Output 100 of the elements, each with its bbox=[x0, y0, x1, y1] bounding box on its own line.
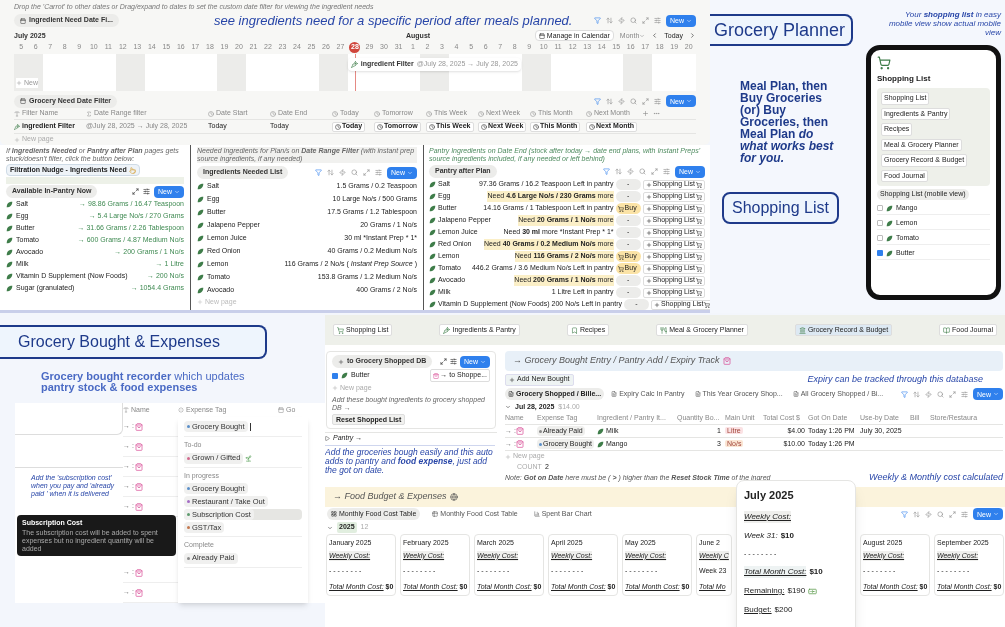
search-icon[interactable] bbox=[351, 169, 358, 176]
filter-icon[interactable] bbox=[901, 390, 908, 398]
chevron-down-icon bbox=[993, 511, 999, 517]
expand-icon[interactable] bbox=[440, 358, 447, 365]
plus-icon bbox=[16, 79, 22, 86]
shopping-bag-icon bbox=[134, 568, 143, 577]
text-type-icon bbox=[123, 407, 129, 413]
bookmark-icon bbox=[570, 326, 578, 334]
sprout-icon bbox=[245, 454, 253, 462]
chevron-down-icon[interactable] bbox=[327, 524, 333, 531]
calendar-icon bbox=[538, 32, 545, 39]
plus-icon bbox=[14, 136, 20, 143]
budget-label: Budget: bbox=[744, 604, 772, 616]
lightning-icon[interactable] bbox=[627, 168, 634, 175]
chevron-down-icon bbox=[695, 168, 701, 175]
clock-icon bbox=[530, 110, 536, 117]
checkbox[interactable] bbox=[332, 372, 338, 379]
calendar-icon bbox=[20, 98, 26, 104]
lightning-icon[interactable] bbox=[618, 17, 625, 24]
section-title: Grocery Planner bbox=[710, 14, 854, 46]
carrot-icon bbox=[443, 326, 451, 334]
clock-icon bbox=[335, 123, 341, 130]
sort-icon[interactable] bbox=[615, 168, 622, 175]
sort-icon[interactable] bbox=[913, 510, 920, 518]
description-text: Grocery bought recorder which updates pantry stock & food expenses bbox=[41, 371, 246, 393]
document-icon bbox=[694, 391, 701, 397]
lightning-icon[interactable] bbox=[925, 390, 932, 398]
lightning-icon[interactable] bbox=[618, 97, 625, 105]
page-title: Shopping List bbox=[877, 73, 932, 85]
document-icon bbox=[611, 391, 618, 397]
cart-icon bbox=[696, 181, 702, 188]
expand-icon[interactable] bbox=[132, 188, 139, 195]
filter-icon[interactable] bbox=[901, 510, 908, 518]
weekly-cost-label: Weekly Cost: bbox=[744, 510, 791, 523]
plus-icon bbox=[505, 453, 511, 460]
cart-icon bbox=[696, 289, 702, 296]
filter-icon[interactable] bbox=[594, 97, 601, 105]
lightning-icon[interactable] bbox=[339, 169, 346, 176]
checkbox[interactable] bbox=[877, 205, 883, 211]
search-icon[interactable] bbox=[937, 390, 944, 398]
filter-icon[interactable] bbox=[594, 17, 601, 24]
clock-icon bbox=[533, 123, 539, 130]
cart-icon bbox=[617, 265, 624, 272]
plus-icon bbox=[509, 376, 515, 383]
clock-icon bbox=[426, 110, 432, 117]
sort-icon[interactable] bbox=[327, 169, 334, 176]
search-icon[interactable] bbox=[937, 510, 944, 518]
shopping-bag-icon bbox=[134, 502, 143, 511]
book-icon bbox=[943, 326, 951, 334]
plus-icon bbox=[332, 385, 338, 392]
add-column-icon[interactable] bbox=[642, 110, 649, 117]
shopping-bag-icon bbox=[515, 440, 524, 448]
shopping-bag-icon bbox=[515, 427, 524, 435]
bar-chart-icon bbox=[533, 511, 540, 517]
annotation-text: Your shopping list in easy mobile view show actual mobile view bbox=[887, 10, 1001, 37]
plus-icon bbox=[645, 193, 652, 200]
checkbox[interactable] bbox=[877, 235, 883, 241]
checkbox[interactable] bbox=[877, 220, 883, 226]
text-type-icon bbox=[14, 110, 20, 117]
shopping-bag-icon bbox=[433, 372, 440, 379]
description-text: Meal Plan, then Buy Groceries (or) Buy Groceries, then Meal Plan do what works best for you. bbox=[740, 80, 835, 164]
clock-icon bbox=[481, 123, 487, 130]
settings-icon[interactable] bbox=[450, 358, 457, 365]
previous-icon[interactable] bbox=[651, 32, 659, 40]
header-text: → Food Budget & Expenses bbox=[333, 490, 447, 504]
carrot-icon bbox=[350, 60, 358, 68]
status-icon bbox=[178, 407, 184, 413]
sort-icon[interactable] bbox=[606, 17, 613, 24]
bank-icon bbox=[798, 326, 806, 334]
total-cost-value: $10 bbox=[809, 566, 823, 578]
annotation-text: Add the groceries bough easily and this auto adds to pantry and food expense, just add the got on date. bbox=[325, 444, 495, 475]
filter-icon[interactable] bbox=[315, 169, 322, 176]
search-icon[interactable] bbox=[630, 97, 637, 105]
budget-value: $200 bbox=[774, 604, 793, 616]
sort-icon[interactable] bbox=[913, 390, 920, 398]
header-text: → Grocery Bought Entry / Pantry Add / Expiry Track bbox=[513, 354, 720, 368]
plus-icon bbox=[645, 181, 652, 188]
grid-icon bbox=[331, 511, 337, 517]
cart-icon bbox=[696, 241, 702, 248]
chevron-down-icon bbox=[174, 188, 180, 195]
clock-icon bbox=[478, 110, 484, 117]
chevron-down-icon[interactable] bbox=[505, 404, 511, 410]
chevron-down-icon bbox=[686, 98, 692, 104]
sort-icon[interactable] bbox=[606, 97, 613, 105]
search-icon[interactable] bbox=[630, 17, 637, 24]
pointing-hand-icon bbox=[128, 166, 136, 174]
search-icon[interactable] bbox=[639, 168, 646, 175]
lightning-icon[interactable] bbox=[925, 510, 932, 518]
cart-icon bbox=[696, 229, 702, 236]
checkbox[interactable] bbox=[877, 250, 883, 256]
clock-icon bbox=[270, 110, 276, 117]
remaining-label: Remaining: bbox=[744, 585, 785, 597]
plus-icon bbox=[338, 358, 344, 365]
toggle-icon[interactable] bbox=[325, 436, 330, 441]
filter-icon[interactable] bbox=[603, 168, 610, 175]
settings-icon[interactable] bbox=[143, 188, 150, 195]
cart-icon bbox=[696, 205, 702, 212]
document-icon bbox=[508, 391, 514, 397]
next-icon[interactable] bbox=[689, 32, 696, 40]
cart-icon bbox=[696, 217, 702, 224]
